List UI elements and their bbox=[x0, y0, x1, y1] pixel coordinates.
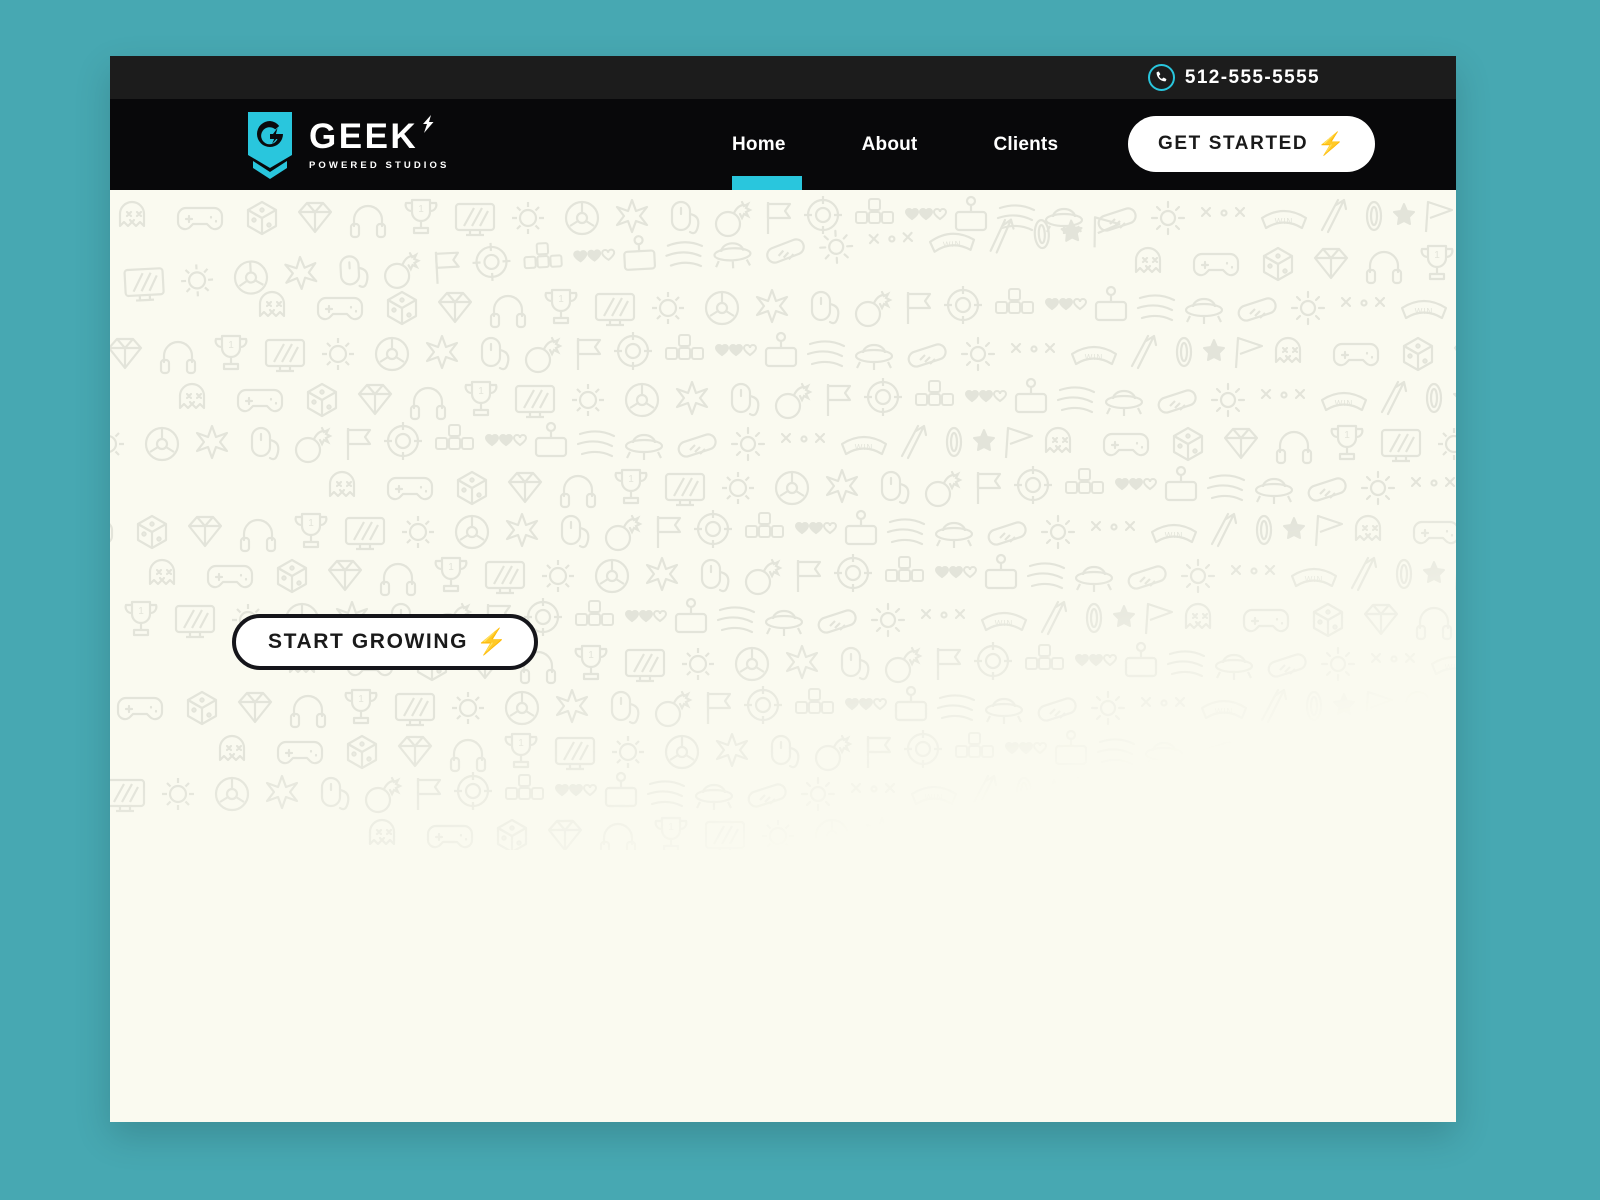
get-started-button[interactable]: GET STARTED ⚡ bbox=[1128, 116, 1375, 172]
start-growing-label: START GROWING bbox=[268, 630, 469, 653]
phone-icon bbox=[1147, 64, 1175, 91]
lightning-bolt-icon: ⚡ bbox=[1317, 131, 1345, 156]
get-started-label: GET STARTED bbox=[1158, 133, 1309, 154]
main-navbar: GEEK POWERED STUDIOS Home About Clients … bbox=[110, 99, 1456, 190]
lightning-bolt-icon bbox=[420, 114, 434, 138]
geek-doodle-pattern: 1 bbox=[110, 190, 1456, 850]
logo-wordmark-group: GEEK POWERED STUDIOS bbox=[309, 114, 450, 171]
site-logo[interactable]: GEEK POWERED STUDIOS bbox=[247, 111, 449, 179]
nav-item-about[interactable]: About bbox=[862, 99, 918, 190]
start-growing-button[interactable]: START GROWING ⚡ bbox=[232, 614, 539, 670]
nav-item-label: Clients bbox=[993, 133, 1059, 155]
nav-item-clients[interactable]: Clients bbox=[993, 99, 1058, 190]
top-utility-bar: 512-555-5555 bbox=[110, 56, 1456, 99]
lightning-bolt-icon: ⚡ bbox=[476, 627, 508, 656]
nav-item-home[interactable]: Home bbox=[732, 99, 802, 190]
nav-active-indicator bbox=[732, 176, 802, 190]
geek-shield-logo-icon bbox=[247, 111, 293, 179]
site-page-card: 512-555-5555 GEEK POWERED STUDIOS Home A… bbox=[110, 56, 1456, 1122]
nav-item-label: Home bbox=[732, 133, 786, 155]
phone-link[interactable]: 512-555-5555 bbox=[1147, 64, 1320, 91]
hero-section: 1 bbox=[110, 190, 1456, 1122]
logo-tagline: POWERED STUDIOS bbox=[309, 159, 450, 171]
logo-wordmark: GEEK bbox=[309, 116, 419, 156]
nav-item-label: About bbox=[861, 133, 918, 155]
phone-number[interactable]: 512-555-5555 bbox=[1185, 67, 1320, 89]
